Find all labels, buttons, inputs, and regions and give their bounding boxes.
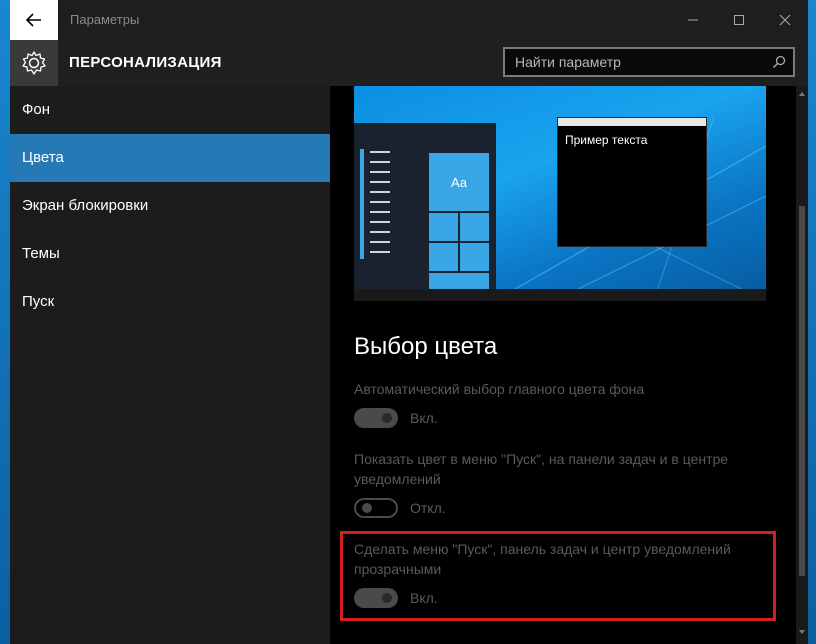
settings-header: ПЕРСОНАЛИЗАЦИЯ bbox=[10, 40, 808, 86]
scroll-down-icon[interactable] bbox=[796, 626, 808, 638]
back-button[interactable] bbox=[10, 0, 58, 40]
close-button[interactable] bbox=[762, 0, 808, 40]
auto-accent-state: Вкл. bbox=[410, 410, 438, 426]
auto-accent-toggle[interactable] bbox=[354, 408, 398, 428]
search-input[interactable] bbox=[505, 53, 765, 71]
preview-taskbar bbox=[354, 289, 766, 301]
theme-preview: Aa Пример текста bbox=[354, 86, 766, 301]
scroll-thumb[interactable] bbox=[799, 206, 805, 576]
preview-sample-window: Пример текста bbox=[557, 117, 707, 247]
setting-label-show-color: Показать цвет в меню "Пуск", на панели з… bbox=[354, 451, 729, 487]
search-box[interactable] bbox=[503, 47, 795, 77]
sidebar-item-lock-screen[interactable]: Экран блокировки bbox=[10, 182, 330, 230]
preview-sample-text: Пример текста bbox=[565, 133, 648, 147]
settings-window: Параметры ПЕРСОНАЛИЗАЦИЯ Найти параметр … bbox=[10, 0, 808, 644]
maximize-icon bbox=[734, 15, 744, 25]
setting-label-auto-accent: Автоматический выбор главного цвета фона bbox=[354, 381, 645, 397]
search-icon[interactable] bbox=[765, 55, 793, 69]
desktop-background-right bbox=[808, 0, 816, 644]
sidebar-nav: Фон Цвета Экран блокировки Темы Пуск bbox=[10, 86, 330, 644]
arrow-left-icon bbox=[26, 13, 41, 27]
sidebar-item-themes[interactable]: Темы bbox=[10, 230, 330, 278]
setting-row-show-color: Откл. bbox=[354, 498, 446, 518]
close-icon bbox=[779, 14, 791, 26]
show-color-toggle[interactable] bbox=[354, 498, 398, 518]
setting-row-auto-accent: Вкл. bbox=[354, 408, 438, 428]
maximize-button[interactable] bbox=[716, 0, 762, 40]
highlight-box bbox=[340, 531, 776, 621]
minimize-button[interactable] bbox=[670, 0, 716, 40]
page-title: ПЕРСОНАЛИЗАЦИЯ bbox=[69, 54, 222, 71]
show-color-state: Откл. bbox=[410, 500, 446, 516]
minimize-icon bbox=[688, 19, 698, 21]
preview-start-menu: Aa bbox=[354, 123, 496, 289]
preview-tile-label: Aa bbox=[451, 174, 467, 190]
window-title: Параметры bbox=[70, 12, 140, 27]
title-bar: Параметры bbox=[10, 0, 808, 40]
sidebar-item-start[interactable]: Пуск bbox=[10, 278, 330, 326]
gear-icon bbox=[22, 51, 46, 75]
preview-tile-large: Aa bbox=[429, 153, 489, 211]
sidebar-item-background[interactable]: Фон bbox=[10, 86, 330, 134]
desktop-background-left bbox=[0, 0, 10, 644]
content-scrollbar[interactable] bbox=[796, 86, 808, 644]
section-heading: Выбор цвета bbox=[354, 333, 498, 360]
sidebar-item-colors[interactable]: Цвета bbox=[10, 134, 330, 182]
content-pane: Aa Пример текста Выбор цвета Автоматичес… bbox=[330, 86, 796, 644]
scroll-up-icon[interactable] bbox=[796, 88, 808, 100]
settings-home-button[interactable] bbox=[10, 40, 58, 86]
